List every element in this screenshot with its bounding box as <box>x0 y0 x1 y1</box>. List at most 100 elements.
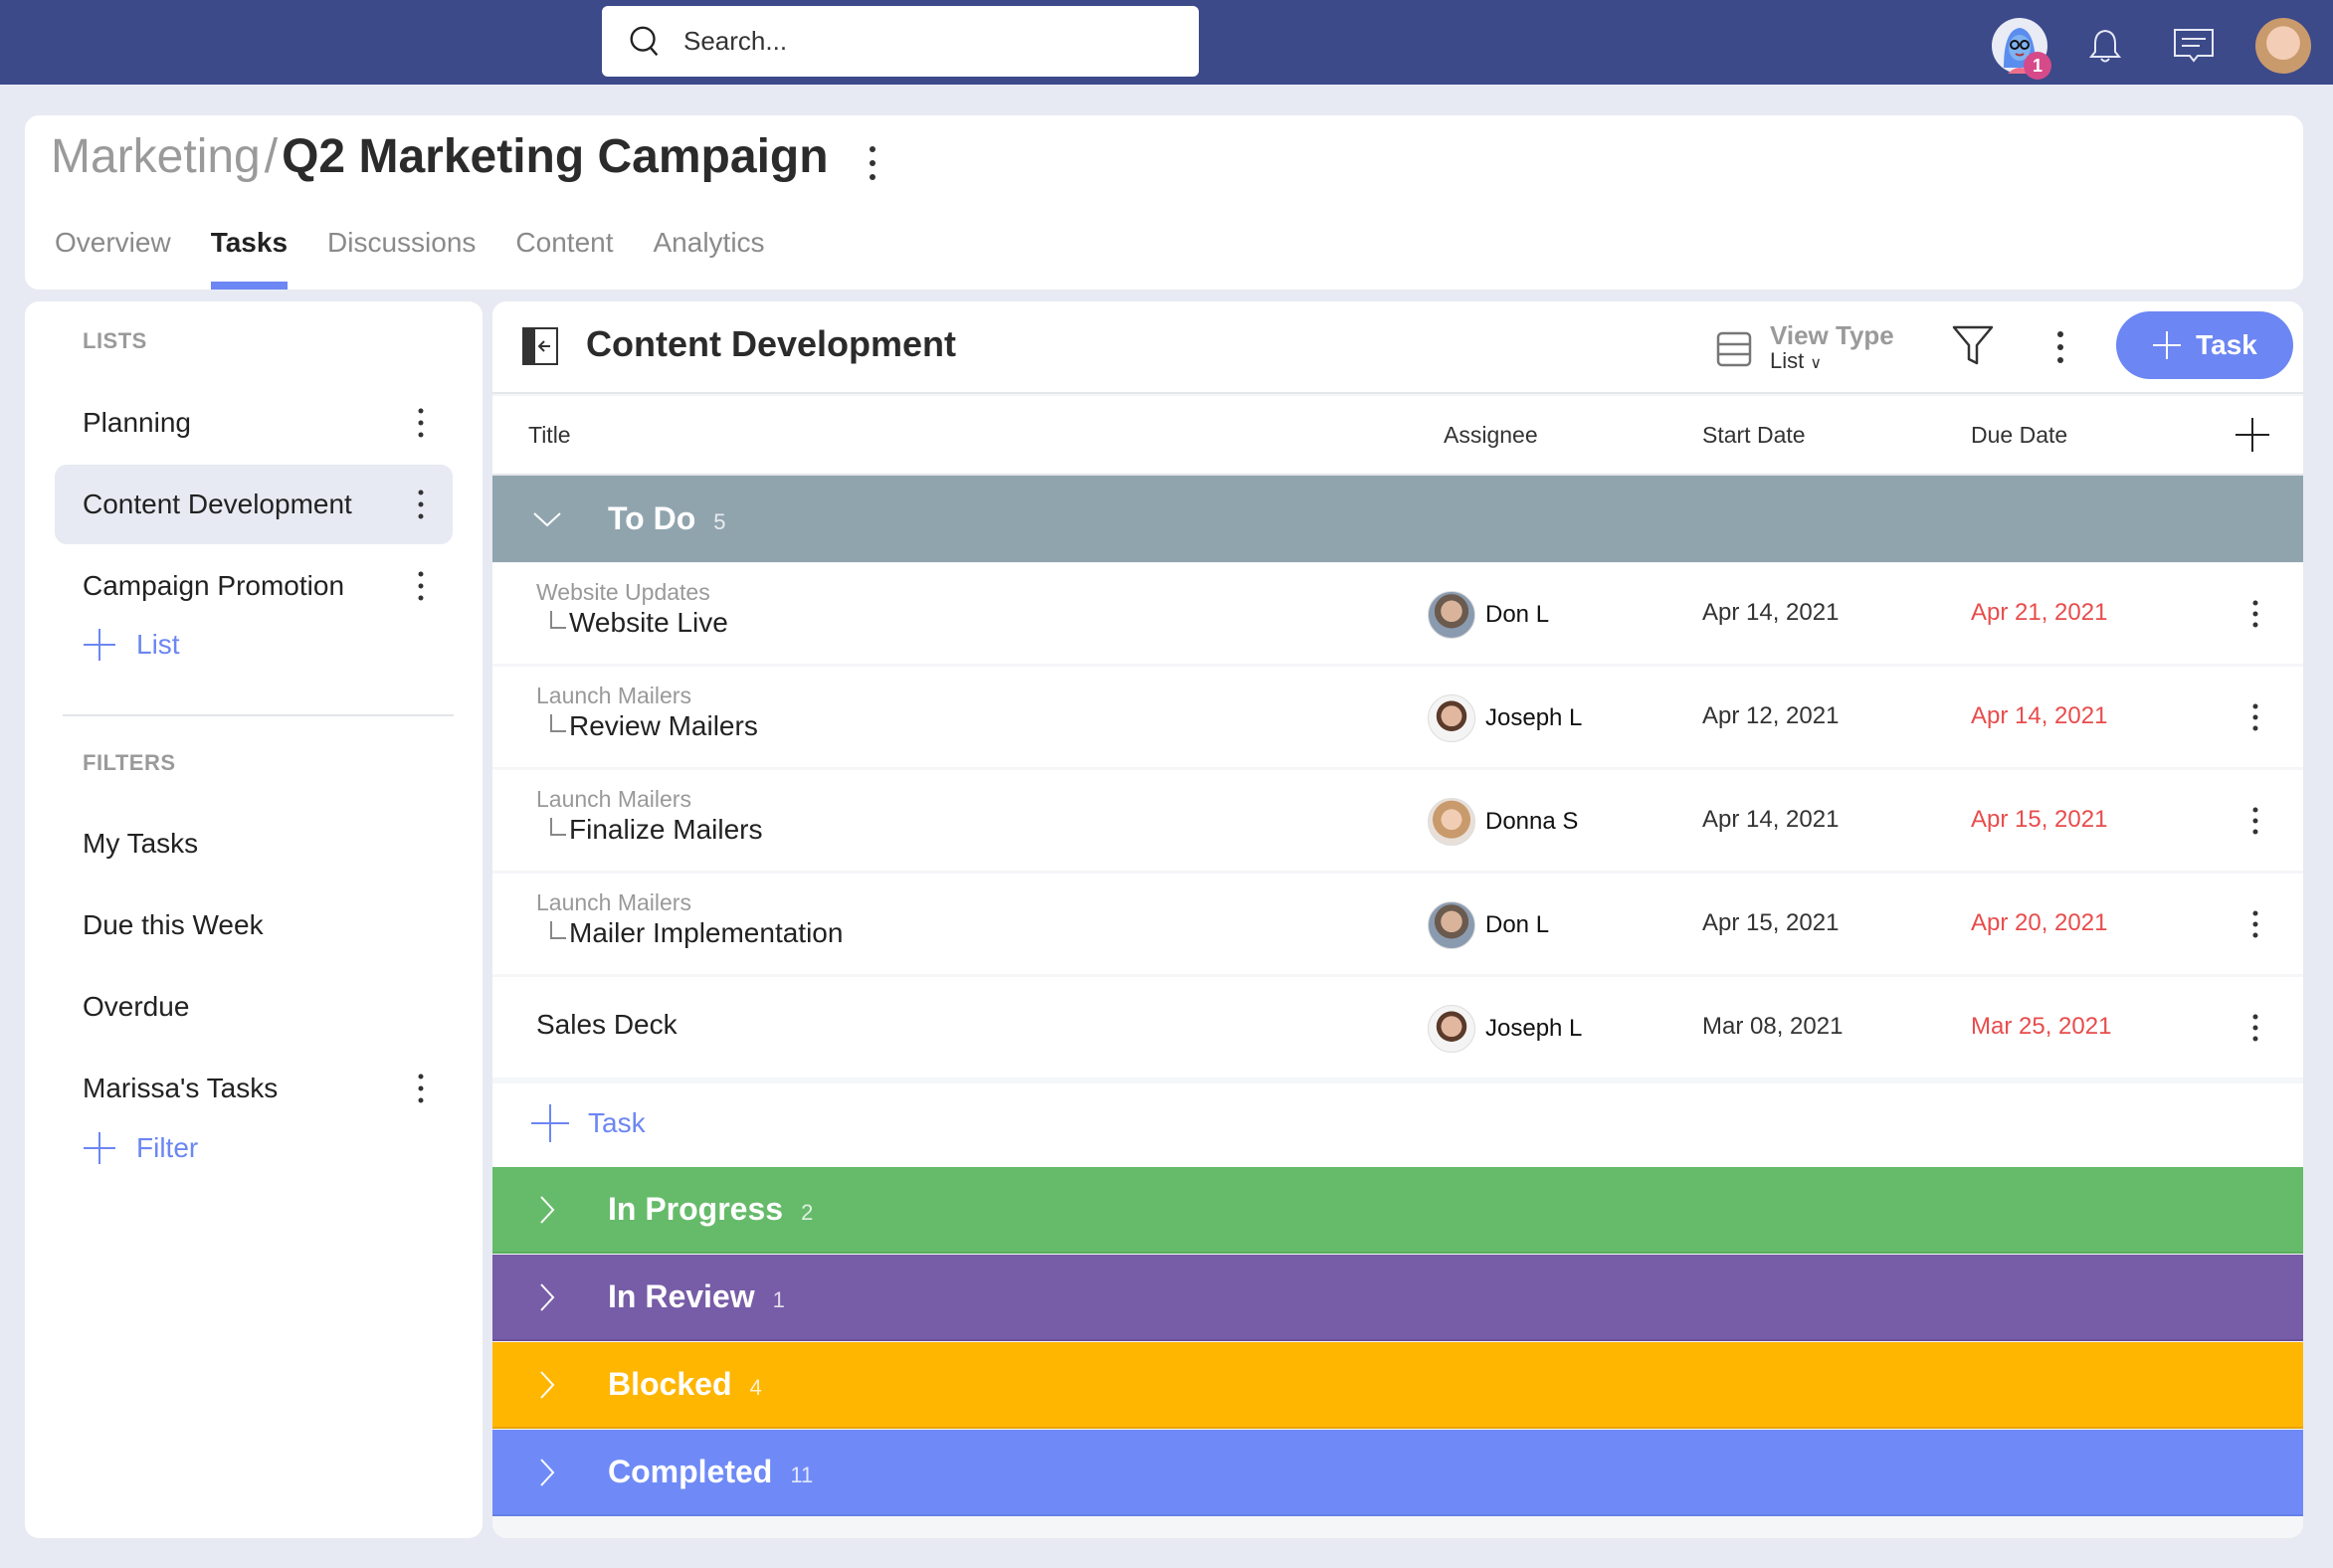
more-icon[interactable] <box>411 487 431 522</box>
more-icon[interactable] <box>411 568 431 604</box>
chat-button[interactable] <box>2166 18 2222 74</box>
sidebar-filter-overdue[interactable]: Overdue <box>55 967 453 1047</box>
chevron-down-icon <box>533 512 561 527</box>
chevron-right-icon <box>540 1196 555 1224</box>
sidebar-list-campaign-promotion[interactable]: Campaign Promotion <box>55 546 453 626</box>
list-title: Content Development <box>586 323 957 364</box>
bell-button[interactable] <box>2077 18 2133 74</box>
filters-heading: FILTERS <box>83 750 176 775</box>
view-type-dropdown[interactable]: View Type List ∨ <box>1716 321 1894 376</box>
column-header-due-date[interactable]: Due Date <box>1971 422 2067 449</box>
start-date: Apr 15, 2021 <box>1702 909 1840 936</box>
row-more-icon[interactable] <box>2245 804 2265 838</box>
breadcrumb-parent[interactable]: Marketing <box>51 129 261 184</box>
assignee[interactable]: Donna S <box>1428 798 1578 846</box>
tab-analytics[interactable]: Analytics <box>654 227 765 290</box>
task-parent: Launch Mailers <box>536 683 691 708</box>
task-row[interactable]: Sales Deck Joseph L Mar 08, 2021 Mar 25,… <box>492 977 2303 1078</box>
assignee[interactable]: Don L <box>1428 591 1549 639</box>
top-bar: 1 <box>0 0 2333 85</box>
subtask-connector <box>550 921 566 939</box>
sidebar-list-planning[interactable]: Planning <box>55 383 453 463</box>
plus-icon <box>84 1132 115 1164</box>
add-list-label: List <box>136 629 180 660</box>
group-header-blocked[interactable]: Blocked 4 <box>492 1342 2303 1429</box>
sidebar-item-label: Planning <box>83 407 191 438</box>
avatar <box>1428 694 1475 742</box>
avatar <box>1428 591 1475 639</box>
group-header-in-progress[interactable]: In Progress 2 <box>492 1167 2303 1254</box>
group-name: Blocked 4 <box>608 1366 762 1402</box>
add-filter-button[interactable]: Filter <box>83 1131 198 1165</box>
tab-tasks[interactable]: Tasks <box>210 227 289 290</box>
chevron-right-icon <box>540 1283 555 1311</box>
search-input[interactable] <box>683 26 1161 57</box>
sidebar: LISTS Planning Content Development Campa… <box>25 301 483 1538</box>
page-title: Q2 Marketing Campaign <box>282 130 829 183</box>
add-task-label: Task <box>2196 329 2257 360</box>
assignee[interactable]: Don L <box>1428 901 1549 949</box>
column-header-start-date[interactable]: Start Date <box>1702 422 1806 449</box>
more-icon[interactable] <box>411 405 431 441</box>
sidebar-filter-due-this-week[interactable]: Due this Week <box>55 885 453 965</box>
tab-discussions[interactable]: Discussions <box>327 227 476 290</box>
project-more-icon[interactable] <box>858 141 887 187</box>
group-header-completed[interactable]: Completed 11 <box>492 1430 2303 1516</box>
assignee[interactable]: Joseph L <box>1428 694 1582 742</box>
task-list-panel: Content Development View Type List ∨ Tas… <box>492 301 2303 1538</box>
task-parent: Launch Mailers <box>536 889 691 915</box>
task-row[interactable]: Launch Mailers Mailer Implementation Don… <box>492 874 2303 974</box>
avatar <box>1428 1005 1475 1053</box>
collapse-sidebar-icon[interactable] <box>522 327 558 365</box>
tab-overview[interactable]: Overview <box>55 227 171 290</box>
avatar <box>1428 901 1475 949</box>
tab-content[interactable]: Content <box>515 227 613 290</box>
task-title[interactable]: Review Mailers <box>569 710 758 742</box>
due-date: Apr 15, 2021 <box>1971 806 2108 833</box>
task-parent: Website Updates <box>536 579 710 605</box>
user-avatar[interactable] <box>2255 18 2311 74</box>
task-row[interactable]: Website Updates Website Live Don L Apr 1… <box>492 563 2303 664</box>
add-column-icon[interactable] <box>2234 416 2271 454</box>
project-header: Marketing / Q2 Marketing Campaign Overvi… <box>25 115 2303 290</box>
task-title[interactable]: Website Live <box>569 607 728 639</box>
list-more-icon[interactable] <box>2050 327 2070 367</box>
sidebar-filter-marissas-tasks[interactable]: Marissa's Tasks <box>55 1049 453 1128</box>
add-task-link[interactable]: Task <box>530 1103 646 1143</box>
assignee[interactable]: Joseph L <box>1428 1005 1582 1053</box>
column-header-title[interactable]: Title <box>528 422 571 449</box>
row-more-icon[interactable] <box>2245 907 2265 941</box>
sidebar-item-label: Marissa's Tasks <box>83 1073 279 1103</box>
add-filter-label: Filter <box>136 1132 199 1163</box>
task-title[interactable]: Sales Deck <box>536 1009 678 1041</box>
sidebar-filter-my-tasks[interactable]: My Tasks <box>55 804 453 883</box>
sidebar-list-content-development[interactable]: Content Development <box>55 465 453 544</box>
add-list-button[interactable]: List <box>83 628 180 662</box>
task-title[interactable]: Mailer Implementation <box>569 917 843 949</box>
row-more-icon[interactable] <box>2245 597 2265 631</box>
group-name: In Review 1 <box>608 1278 785 1314</box>
filter-icon[interactable] <box>1951 323 1995 367</box>
lists-heading: LISTS <box>83 328 147 353</box>
task-row[interactable]: Launch Mailers Finalize Mailers Donna S … <box>492 770 2303 871</box>
list-view-icon <box>1716 331 1752 366</box>
task-parent: Launch Mailers <box>536 786 691 812</box>
group-header-to-do[interactable]: To Do 5 <box>492 476 2303 562</box>
row-more-icon[interactable] <box>2245 700 2265 734</box>
group-count: 2 <box>801 1200 814 1225</box>
breadcrumb-separator: / <box>264 130 279 183</box>
task-row[interactable]: Launch Mailers Review Mailers Joseph L A… <box>492 667 2303 767</box>
add-task-button[interactable]: Task <box>2116 311 2293 379</box>
subtask-connector <box>550 818 566 836</box>
column-header-assignee[interactable]: Assignee <box>1444 422 1538 449</box>
task-title[interactable]: Finalize Mailers <box>569 814 763 846</box>
sidebar-item-label: Overdue <box>83 991 190 1022</box>
chevron-down-icon: ∨ <box>1810 355 1823 372</box>
group-header-in-review[interactable]: In Review 1 <box>492 1255 2303 1341</box>
list-header: Content Development View Type List ∨ Tas… <box>492 301 2303 394</box>
search-box[interactable] <box>602 6 1199 77</box>
group-count: 5 <box>713 509 726 534</box>
row-more-icon[interactable] <box>2245 1011 2265 1045</box>
assistant-avatar[interactable]: 1 <box>1992 18 2051 80</box>
more-icon[interactable] <box>411 1071 431 1106</box>
